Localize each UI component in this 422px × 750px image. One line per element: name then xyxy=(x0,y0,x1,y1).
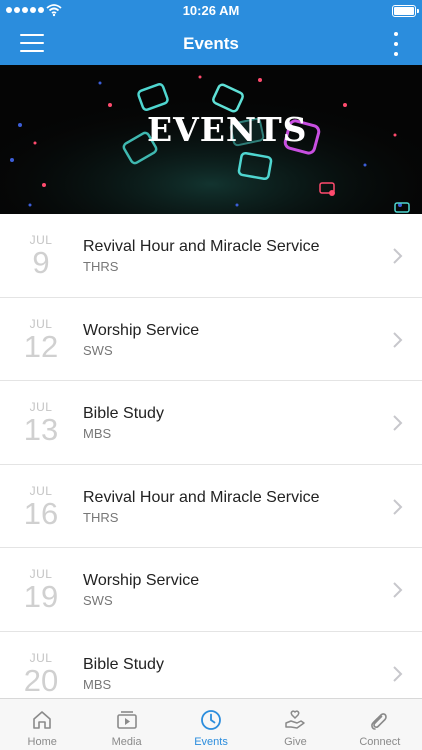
battery-icon xyxy=(392,5,416,17)
event-row[interactable]: JUL 12 Worship Service SWS xyxy=(0,297,422,381)
event-day: 20 xyxy=(23,662,59,698)
tab-label: Media xyxy=(111,736,142,748)
chevron-right-icon xyxy=(393,582,403,598)
events-banner: EVENTS xyxy=(0,65,422,214)
chevron-right-icon xyxy=(393,331,403,348)
status-time: 10:26 AM xyxy=(182,3,240,18)
tab-bar: Home Media Events Give Connect xyxy=(0,698,422,750)
media-icon xyxy=(116,711,137,729)
event-name: Bible Study xyxy=(83,655,164,673)
home-icon xyxy=(33,711,52,729)
menu-icon[interactable] xyxy=(20,34,44,54)
chevron-right-icon xyxy=(393,665,403,682)
tab-events[interactable]: Events xyxy=(169,699,253,750)
tab-label: Connect xyxy=(359,736,401,748)
page-title: Events xyxy=(183,34,239,53)
clock-icon xyxy=(201,710,221,730)
event-day: 13 xyxy=(23,412,59,447)
event-row[interactable]: JUL 20 Bible Study MBS xyxy=(0,631,422,698)
status-bar: 10:26 AM xyxy=(0,0,422,22)
event-code: THRS xyxy=(83,509,119,525)
event-row[interactable]: JUL 9 Revival Hour and Miracle Service T… xyxy=(0,214,422,298)
chevron-right-icon xyxy=(393,415,403,431)
tab-give[interactable]: Give xyxy=(253,699,337,750)
event-code: MBS xyxy=(83,676,112,692)
tab-home[interactable]: Home xyxy=(0,699,84,750)
tab-label: Give xyxy=(284,736,307,748)
event-name: Bible Study xyxy=(83,405,164,422)
chevron-right-icon xyxy=(393,248,403,264)
tab-label: Home xyxy=(27,736,57,748)
battery-tip xyxy=(417,9,419,13)
event-row[interactable]: JUL 19 Worship Service SWS xyxy=(0,548,422,632)
event-code: THRS xyxy=(83,259,119,274)
tab-label: Events xyxy=(194,736,228,748)
chevron-right-icon xyxy=(393,498,403,515)
nav-bar: Events xyxy=(0,22,422,65)
event-day: 16 xyxy=(23,495,59,531)
event-name: Revival Hour and Miracle Service xyxy=(83,488,320,506)
event-row[interactable]: JUL 16 Revival Hour and Miracle Service … xyxy=(0,464,422,548)
event-day: 9 xyxy=(32,245,50,280)
event-day: 12 xyxy=(23,328,59,364)
connect-icon xyxy=(370,713,387,730)
event-day: 19 xyxy=(23,579,59,614)
tab-media[interactable]: Media xyxy=(84,699,168,750)
events-list: JUL 9 Revival Hour and Miracle Service T… xyxy=(0,214,422,698)
event-code: SWS xyxy=(83,593,113,608)
event-name: Worship Service xyxy=(83,572,200,589)
give-icon xyxy=(285,710,306,729)
more-options-icon[interactable] xyxy=(392,32,400,56)
event-code: SWS xyxy=(83,342,113,358)
event-row[interactable]: JUL 13 Bible Study MBS xyxy=(0,381,422,465)
event-name: Worship Service xyxy=(83,321,200,339)
banner-title: EVENTS xyxy=(147,110,308,149)
event-name: Revival Hour and Miracle Service xyxy=(83,238,320,255)
tab-connect[interactable]: Connect xyxy=(338,699,422,750)
event-code: MBS xyxy=(83,426,112,441)
